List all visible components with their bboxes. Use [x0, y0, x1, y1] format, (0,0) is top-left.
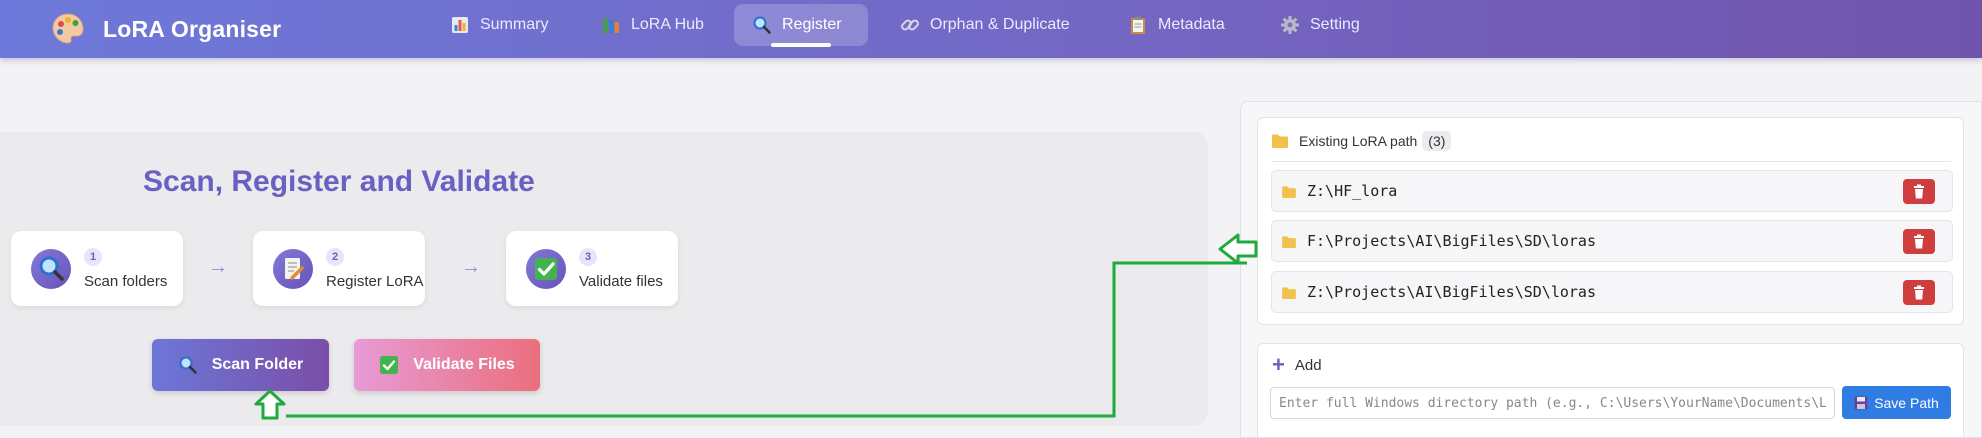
top-navbar: LoRA Organiser Summary LoRA Hub Register… — [0, 0, 1982, 58]
tab-register-label: Register — [782, 16, 842, 33]
page-title: Scan, Register and Validate — [143, 165, 535, 198]
trash-icon — [1914, 285, 1924, 300]
tab-lora-hub[interactable]: LoRA Hub — [583, 4, 722, 46]
trash-icon — [1914, 234, 1924, 249]
step-arrow-icon: → — [461, 256, 481, 278]
step-label: Validate files — [579, 273, 663, 290]
step-number: 2 — [326, 248, 344, 266]
validate-files-button[interactable]: Validate Files — [354, 339, 540, 391]
step-label: Register LoRA — [326, 273, 424, 290]
path-row: Z:\Projects\AI\BigFiles\SD\loras — [1271, 271, 1953, 313]
step-icon-circle — [526, 249, 566, 289]
add-path-label: Add — [1294, 356, 1322, 374]
path-text: Z:\Projects\AI\BigFiles\SD\loras — [1307, 283, 1596, 301]
floppy-disk-icon — [1854, 396, 1868, 409]
delete-path-button[interactable] — [1903, 280, 1935, 305]
step-register-lora: 2 Register LoRA — [253, 231, 425, 306]
tab-metadata-label: Metadata — [1158, 16, 1225, 33]
save-path-label: Save Path — [1874, 394, 1939, 411]
tab-metadata[interactable]: Metadata — [1110, 4, 1243, 46]
add-path-header: + Add — [1272, 352, 1322, 377]
folder-icon — [1282, 186, 1296, 198]
existing-paths-header: Existing LoRA path (3) — [1272, 130, 1452, 152]
tab-lora-hub-label: LoRA Hub — [631, 16, 704, 33]
path-row: F:\Projects\AI\BigFiles\SD\loras — [1271, 220, 1953, 262]
folder-icon — [1282, 287, 1296, 299]
trash-icon — [1914, 184, 1924, 199]
header-divider — [1271, 161, 1951, 162]
validate-files-label: Validate Files — [413, 356, 515, 373]
path-text: Z:\HF_lora — [1307, 182, 1398, 200]
scan-folder-label: Scan Folder — [211, 356, 304, 373]
tab-setting[interactable]: Setting — [1262, 4, 1378, 46]
plus-icon: + — [1272, 352, 1285, 377]
link-icon — [901, 19, 919, 31]
path-count-badge: (3) — [1422, 131, 1452, 151]
bar-chart-icon — [452, 17, 468, 33]
save-path-button[interactable]: Save Path — [1842, 386, 1951, 419]
step-icon-circle — [273, 249, 313, 289]
tab-orphan-duplicate[interactable]: Orphan & Duplicate — [882, 4, 1088, 46]
folder-icon — [1272, 134, 1288, 148]
magnifier-icon — [753, 16, 771, 34]
tab-setting-label: Setting — [1310, 16, 1360, 33]
delete-path-button[interactable] — [1903, 179, 1935, 204]
magnifier-icon — [39, 256, 64, 281]
tab-summary-label: Summary — [480, 16, 549, 33]
path-row: Z:\HF_lora — [1271, 170, 1953, 212]
path-input[interactable] — [1270, 387, 1835, 419]
step-validate-files: 3 Validate files — [506, 231, 678, 306]
tab-summary[interactable]: Summary — [432, 4, 566, 46]
path-text: F:\Projects\AI\BigFiles\SD\loras — [1307, 232, 1596, 250]
gear-icon — [1281, 16, 1299, 34]
memo-icon — [285, 258, 304, 280]
tab-register[interactable]: Register — [734, 4, 868, 47]
delete-path-button[interactable] — [1903, 229, 1935, 254]
step-label: Scan folders — [84, 273, 168, 290]
tab-orphan-duplicate-label: Orphan & Duplicate — [930, 16, 1070, 33]
check-mark-icon — [380, 356, 399, 374]
check-mark-icon — [535, 258, 557, 280]
clipboard-icon — [1131, 16, 1145, 34]
books-icon — [603, 18, 619, 33]
step-icon-circle — [31, 249, 71, 289]
step-number: 1 — [84, 248, 102, 266]
app-title: LoRA Organiser — [103, 15, 282, 42]
step-arrow-icon: → — [208, 256, 228, 278]
step-number: 3 — [579, 248, 597, 266]
folder-icon — [1282, 236, 1296, 248]
brand[interactable]: LoRA Organiser — [50, 11, 281, 47]
step-scan-folders: 1 Scan folders — [11, 231, 183, 306]
magnifier-icon — [179, 356, 197, 374]
scan-folder-button[interactable]: Scan Folder — [152, 339, 329, 391]
existing-paths-title: Existing LoRA path — [1299, 133, 1418, 149]
palette-icon — [52, 13, 84, 44]
